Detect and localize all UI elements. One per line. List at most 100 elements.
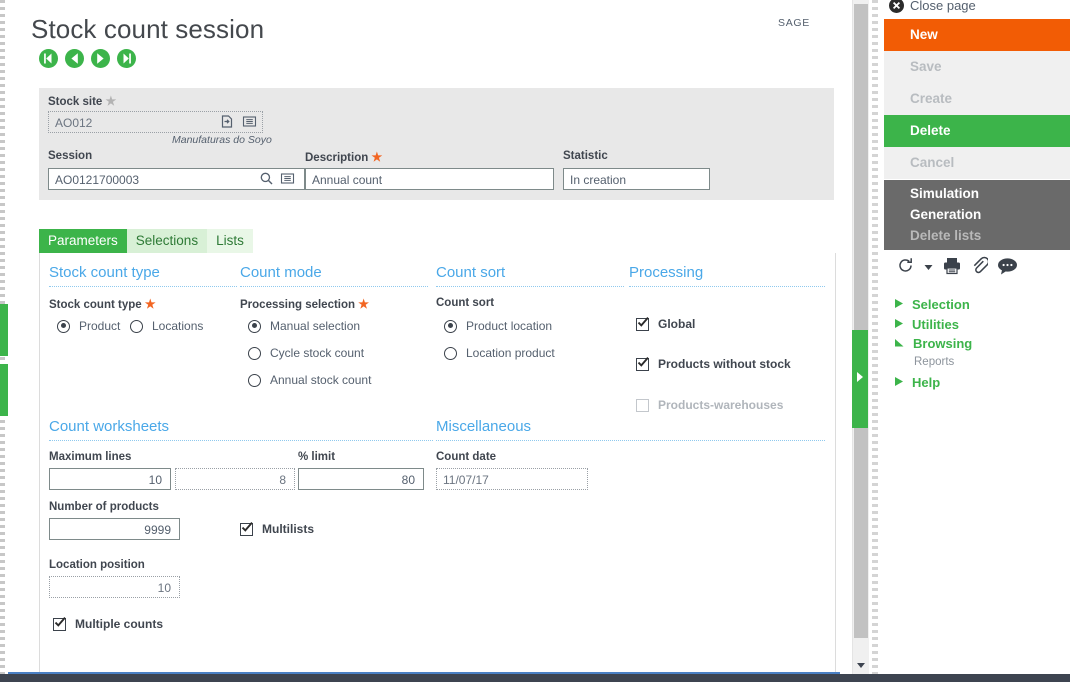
checkbox-products-without-stock-label: Products without stock [658, 357, 791, 371]
checkbox-products-warehouses-label: Products-warehouses [658, 398, 784, 412]
section-rule-count-mode [240, 286, 428, 287]
radio-location-product-label: Location product [466, 346, 555, 360]
lookup-list-icon-session[interactable] [280, 171, 295, 186]
close-page-label: Close page [910, 0, 976, 13]
radio-manual-selection[interactable]: Manual selection [248, 319, 360, 333]
first-record-button[interactable] [39, 49, 58, 68]
tab-lists[interactable]: Lists [207, 229, 253, 253]
simulation-button[interactable]: Simulation [910, 186, 979, 201]
radio-product-location-indicator [444, 319, 457, 333]
bottom-status-bar [0, 674, 1070, 682]
last-record-button[interactable] [117, 49, 136, 68]
chevron-right-icon-help [894, 376, 904, 390]
percent-limit-input[interactable]: 80 [298, 468, 424, 490]
delete-lists-button[interactable]: Delete lists [910, 228, 981, 243]
create-button[interactable]: Create [884, 83, 1070, 115]
location-position-label: Location position [49, 559, 145, 571]
search-icon[interactable] [259, 171, 274, 186]
number-of-products-input[interactable]: 9999 [49, 518, 180, 540]
menu-item-browsing[interactable]: Browsing [894, 336, 972, 351]
description-input[interactable]: Annual count [305, 168, 554, 190]
new-button[interactable]: New [884, 19, 1070, 51]
tab-selections[interactable]: Selections [126, 229, 208, 253]
checkbox-global-label: Global [658, 317, 696, 331]
previous-record-button[interactable] [65, 49, 84, 68]
page-title: Stock count session [31, 14, 265, 44]
statistic-input[interactable]: In creation [563, 168, 710, 190]
radio-annual-stock-count-indicator [248, 373, 261, 387]
next-record-button[interactable] [91, 49, 110, 68]
chevron-down-icon-browsing [894, 337, 905, 351]
count-sort-field-label: Count sort [436, 297, 495, 309]
radio-product-location-label: Product location [466, 319, 553, 333]
generation-button[interactable]: Generation [910, 207, 981, 222]
save-button[interactable]: Save [884, 51, 1070, 83]
checkbox-multilists-label: Multilists [262, 522, 315, 536]
radio-location-product[interactable]: Location product [444, 346, 555, 360]
stock-count-type-required-marker: ★ [144, 297, 156, 311]
close-icon [889, 0, 904, 13]
description-required-marker: ★ [371, 150, 383, 164]
tab-parameters[interactable]: Parameters [39, 229, 127, 253]
maximum-lines-secondary-input[interactable]: 8 [175, 468, 295, 490]
refresh-icon[interactable] [896, 256, 915, 278]
stock-site-required-marker: ★ [105, 94, 117, 108]
checkbox-products-warehouses[interactable]: Products-warehouses [636, 398, 783, 412]
section-title-miscellaneous: Miscellaneous [436, 418, 532, 435]
lookup-list-icon-site[interactable] [242, 114, 257, 129]
chevron-down-icon[interactable] [924, 260, 933, 274]
print-icon[interactable] [942, 256, 962, 278]
scrollbar-thumb[interactable] [854, 4, 868, 638]
chevron-right-icon-utilities [894, 318, 904, 332]
tab-bar: Parameters Selections Lists [39, 229, 253, 253]
radio-product-location[interactable]: Product location [444, 319, 552, 333]
section-rule-stock-count-type [49, 286, 237, 287]
menu-item-selection[interactable]: Selection [894, 297, 970, 312]
section-title-count-worksheets: Count worksheets [49, 418, 170, 435]
stock-site-label: Stock site ★ [48, 94, 117, 108]
section-title-stock-count-type: Stock count type [49, 264, 160, 281]
close-page-button[interactable]: Close page [889, 0, 976, 13]
radio-cycle-stock-count-indicator [248, 346, 261, 360]
radio-cycle-stock-count[interactable]: Cycle stock count [248, 346, 364, 360]
section-title-count-sort: Count sort [436, 264, 506, 281]
tool-icon-row [896, 256, 1018, 278]
section-title-count-mode: Count mode [240, 264, 322, 281]
checkbox-multilists-indicator [240, 521, 253, 536]
radio-locations[interactable]: Locations [130, 319, 203, 333]
radio-annual-stock-count[interactable]: Annual stock count [248, 373, 371, 387]
checkbox-products-without-stock[interactable]: Products without stock [636, 356, 791, 371]
checkbox-multiple-counts-indicator [53, 616, 66, 631]
radio-product[interactable]: Product [57, 319, 120, 333]
menu-item-help[interactable]: Help [894, 375, 940, 390]
header-fields-card: Stock site ★ AO012 Manufaturas do Soyo S… [39, 88, 834, 200]
record-navigation [39, 49, 136, 68]
checkbox-global[interactable]: Global [636, 316, 696, 331]
checkbox-products-warehouses-indicator [636, 398, 649, 412]
number-of-products-label: Number of products [49, 501, 159, 513]
count-date-input[interactable]: 11/07/17 [436, 468, 588, 490]
comment-icon[interactable] [997, 257, 1018, 278]
chevron-right-icon-selection [894, 298, 904, 312]
radio-locations-indicator [130, 319, 143, 333]
stock-count-type-field-label: Stock count type ★ [49, 297, 156, 311]
checkbox-multilists[interactable]: Multilists [240, 521, 315, 536]
radio-annual-stock-count-label: Annual stock count [270, 373, 372, 387]
checkbox-multiple-counts[interactable]: Multiple counts [53, 616, 163, 631]
scroll-down-arrow-icon[interactable] [856, 659, 866, 669]
location-position-input[interactable]: 10 [49, 576, 180, 598]
attachment-icon[interactable] [971, 256, 990, 278]
menu-subitem-reports[interactable]: Reports [914, 356, 954, 368]
panel-dotted-divider [872, 0, 878, 682]
jump-to-icon[interactable] [220, 114, 235, 129]
menu-item-browsing-label: Browsing [913, 336, 973, 351]
cancel-button[interactable]: Cancel [884, 147, 1070, 179]
grouped-actions-box: Simulation Generation Delete lists [884, 180, 1070, 250]
maximum-lines-input[interactable]: 10 [49, 468, 171, 490]
right-action-panel: Close page New Save Create Delete Cancel… [884, 0, 1070, 682]
menu-item-utilities[interactable]: Utilities [894, 317, 959, 332]
right-panel-toggle[interactable] [852, 330, 868, 428]
delete-button[interactable]: Delete [884, 115, 1070, 147]
parameters-tab-panel: Stock count type Stock count type ★ Prod… [39, 253, 836, 674]
menu-item-utilities-label: Utilities [912, 317, 959, 332]
